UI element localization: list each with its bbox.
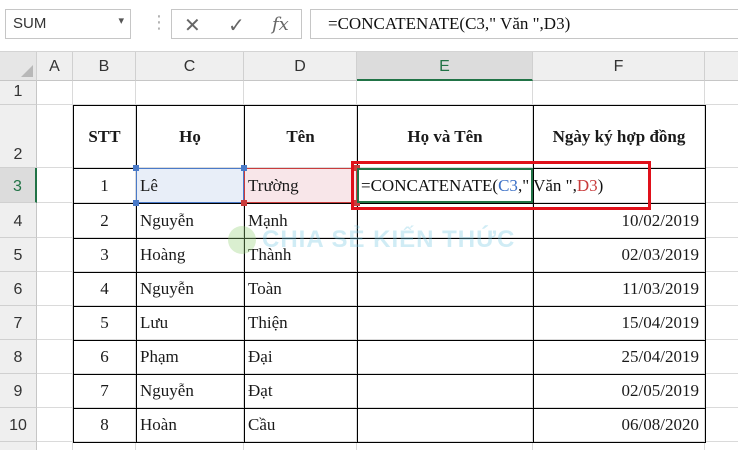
watermark-text: CHIA SẺ KIẾN THỨC: [262, 226, 516, 253]
row-header-3[interactable]: 3: [0, 168, 37, 203]
cell-ten[interactable]: Cầu: [244, 415, 357, 435]
row-header-11[interactable]: [0, 442, 37, 450]
cell-ten[interactable]: Đại: [244, 347, 357, 367]
name-box-value: SUM: [13, 15, 47, 32]
column-header-c[interactable]: C: [136, 52, 244, 81]
chevron-down-icon[interactable]: ▾: [118, 14, 124, 27]
insert-function-icon[interactable]: fx: [272, 14, 289, 35]
column-header-a[interactable]: A: [37, 52, 73, 81]
cell-ten[interactable]: Đạt: [244, 381, 357, 401]
drag-handle-icon[interactable]: ⋮: [150, 14, 169, 32]
column-header-e[interactable]: E: [357, 52, 533, 81]
cell-stt[interactable]: 8: [73, 415, 136, 435]
row-header-4[interactable]: 4: [0, 203, 37, 238]
row-header-2[interactable]: 2: [0, 105, 37, 168]
row-header-7[interactable]: 7: [0, 306, 37, 340]
row-header-6[interactable]: 6: [0, 272, 37, 306]
cell-ten[interactable]: Toàn: [244, 279, 357, 299]
header-ten[interactable]: Tên: [244, 127, 357, 147]
reference-handle[interactable]: [133, 165, 139, 171]
cell-stt[interactable]: 4: [73, 279, 136, 299]
select-all-corner[interactable]: [0, 52, 37, 81]
header-ho-va-ten[interactable]: Họ và Tên: [357, 127, 533, 147]
row-header-5[interactable]: 5: [0, 238, 37, 272]
header-stt[interactable]: STT: [73, 127, 136, 147]
cell-ten[interactable]: Trường: [244, 176, 357, 196]
enter-icon[interactable]: ✓: [228, 13, 245, 37]
row-header-10[interactable]: 10: [0, 408, 37, 442]
cell-ngay[interactable]: 25/04/2019: [533, 347, 705, 367]
header-ho[interactable]: Họ: [136, 127, 244, 147]
column-header-d[interactable]: D: [244, 52, 357, 81]
row-header-9[interactable]: 9: [0, 374, 37, 408]
cell-ngay[interactable]: 11/03/2019: [533, 279, 705, 299]
column-header-f[interactable]: F: [533, 52, 705, 81]
highlight-box: [351, 161, 651, 210]
reference-handle[interactable]: [241, 200, 247, 206]
cell-ten[interactable]: Thiện: [244, 313, 357, 333]
formula-buttons: ✕ ✓ fx: [171, 9, 302, 39]
name-box[interactable]: SUM ▾: [5, 9, 131, 39]
cell-ho[interactable]: Hoàn: [136, 415, 244, 435]
reference-handle[interactable]: [241, 165, 247, 171]
cell-ho[interactable]: Lưu: [136, 313, 244, 333]
cell-stt[interactable]: 6: [73, 347, 136, 367]
cell-stt[interactable]: 2: [73, 211, 136, 231]
row-header-8[interactable]: 8: [0, 340, 37, 374]
cell-ngay[interactable]: 10/02/2019: [533, 211, 705, 231]
formula-input[interactable]: =CONCATENATE(C3," Văn ",D3): [310, 9, 738, 39]
cell-ho[interactable]: Phạm: [136, 347, 244, 367]
formula-text: =CONCATENATE(C3," Văn ",D3): [328, 14, 571, 33]
cell-stt[interactable]: 7: [73, 381, 136, 401]
header-ngay-ky[interactable]: Ngày ký hợp đồng: [533, 127, 705, 147]
cell-ngay[interactable]: 02/05/2019: [533, 381, 705, 401]
cancel-icon[interactable]: ✕: [184, 13, 201, 37]
formula-bar-area: SUM ▾ ⋮ ✕ ✓ fx =CONCATENATE(C3," Văn ",D…: [0, 0, 738, 52]
column-header-b[interactable]: B: [73, 52, 136, 81]
column-header-g[interactable]: [705, 52, 738, 81]
row-header-1[interactable]: 1: [0, 81, 37, 105]
cell-ngay[interactable]: 06/08/2020: [533, 415, 705, 435]
cell-stt[interactable]: 3: [73, 245, 136, 265]
cell-ngay[interactable]: 15/04/2019: [533, 313, 705, 333]
reference-handle[interactable]: [133, 200, 139, 206]
cell-stt[interactable]: 5: [73, 313, 136, 333]
cell-ngay[interactable]: 02/03/2019: [533, 245, 705, 265]
cell-ho[interactable]: Nguyễn: [136, 279, 244, 299]
cell-ho[interactable]: Lê: [136, 176, 244, 196]
cell-ho[interactable]: Nguyễn: [136, 381, 244, 401]
cell-stt[interactable]: 1: [73, 176, 136, 196]
